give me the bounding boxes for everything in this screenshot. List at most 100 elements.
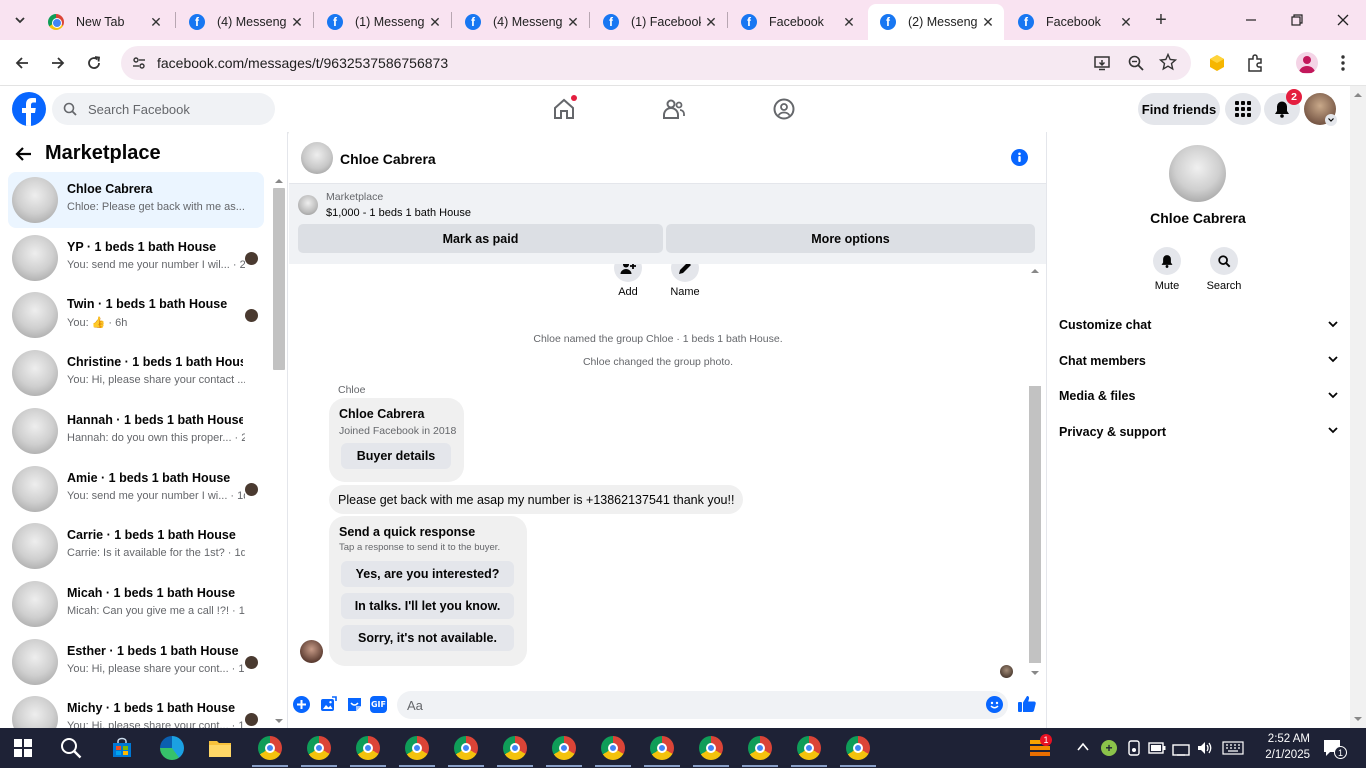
search-conversation-button[interactable] [1210,247,1238,275]
groups-nav-button[interactable] [772,97,796,124]
chrome-taskbar-icon[interactable] [405,736,429,760]
conversation-item[interactable]: Micah · 1 beds 1 bath House Micah: Can yo… [8,576,264,632]
close-tab-icon[interactable]: ✕ [978,14,998,31]
extension-icon[interactable] [1208,54,1226,72]
chrome-taskbar-icon[interactable] [846,736,870,760]
chrome-taskbar-icon[interactable] [356,736,380,760]
chrome-taskbar-icon[interactable] [601,736,625,760]
browser-tab[interactable]: f (2) Messenger✕ [868,4,1004,40]
tray-status-icon[interactable]: + [1101,740,1117,756]
close-tab-icon[interactable]: ✕ [563,14,583,31]
close-tab-icon[interactable]: ✕ [146,14,166,31]
chat-avatar[interactable] [301,142,333,174]
chrome-taskbar-icon[interactable] [258,736,282,760]
conversation-info-button[interactable] [1011,149,1028,166]
back-button[interactable] [9,50,35,76]
browser-tab[interactable]: f (1) Facebook ✕ [591,4,727,40]
new-tab-button[interactable]: + [1149,8,1173,32]
details-section-toggle[interactable]: Privacy & support [1059,417,1339,447]
menu-button[interactable] [1225,93,1261,125]
chrome-taskbar-icon[interactable] [699,736,723,760]
name-group-button[interactable] [671,264,699,282]
close-tab-icon[interactable]: ✕ [425,14,445,31]
reload-button[interactable] [81,50,107,76]
url-bar[interactable]: facebook.com/messages/t/9632537586756873 [121,46,1191,80]
emoji-button[interactable] [986,696,1003,713]
start-button[interactable] [14,739,32,760]
file-explorer-icon[interactable] [208,738,232,761]
details-section-toggle[interactable]: Chat members [1059,346,1339,376]
chrome-taskbar-icon[interactable] [748,736,772,760]
browser-tab[interactable]: f (4) Messenger✕ [177,4,313,40]
taskbar-search-button[interactable] [60,737,82,762]
notification-center-icon[interactable]: 1 [1322,738,1347,761]
find-friends-button[interactable]: Find friends [1138,93,1220,125]
forward-button[interactable] [45,50,71,76]
show-hidden-icons-icon[interactable] [1076,741,1090,756]
browser-tab[interactable]: f Facebook ✕ [1006,4,1142,40]
listing-thumbnail[interactable] [298,195,318,215]
details-section-toggle[interactable]: Media & files [1059,381,1339,411]
attach-photo-button[interactable] [320,696,337,716]
mark-as-paid-button[interactable]: Mark as paid [298,224,663,253]
close-tab-icon[interactable]: ✕ [287,14,307,31]
conversation-item[interactable]: Esther · 1 beds 1 bath House You: Hi, ple… [8,634,264,690]
chrome-taskbar-icon[interactable] [454,736,478,760]
keyboard-icon[interactable] [1222,741,1244,758]
chat-title[interactable]: Chloe Cabrera [340,151,436,167]
zoom-icon[interactable] [1127,54,1145,75]
facebook-search-box[interactable]: Search Facebook [52,93,275,125]
mute-button[interactable] [1153,247,1181,275]
chrome-taskbar-icon[interactable] [797,736,821,760]
close-tab-icon[interactable]: ✕ [1116,14,1136,31]
clock[interactable]: 2:52 AM 2/1/2025 [1252,731,1310,763]
gif-button[interactable]: GIF [370,696,387,713]
back-arrow-button[interactable] [14,144,34,167]
notifications-button[interactable]: 2 [1264,89,1302,125]
browser-tab[interactable]: f (4) Messenger✕ [453,4,589,40]
conversation-item[interactable]: YP · 1 beds 1 bath House You: send me you… [8,230,264,286]
chrome-taskbar-icon[interactable] [552,736,576,760]
listing-title[interactable]: $1,000 - 1 beds 1 bath House [326,207,471,219]
conversation-item[interactable]: Amie · 1 beds 1 bath House You: send me y… [8,461,264,517]
message-input[interactable]: Aa [397,691,1008,719]
account-chevron-icon[interactable] [1325,114,1337,126]
store-app-icon[interactable] [111,737,133,762]
conversation-item[interactable]: Christine · 1 beds 1 bath House You: Hi, … [8,345,264,401]
message-bubble[interactable]: Please get back with me asap my number i… [329,485,744,514]
browser-tab[interactable]: New Tab ✕ [36,4,172,40]
close-tab-icon[interactable]: ✕ [701,14,721,31]
browser-tab[interactable]: f Facebook ✕ [729,4,865,40]
tab-search-button[interactable] [8,8,32,32]
site-info-icon[interactable] [131,55,147,74]
restore-button[interactable] [1286,6,1308,34]
friends-nav-button[interactable] [662,97,686,124]
details-avatar[interactable] [1169,145,1226,202]
chrome-taskbar-icon[interactable] [503,736,527,760]
network-icon[interactable] [1172,740,1190,759]
bookmark-star-icon[interactable] [1158,52,1178,74]
conversation-item[interactable]: Carrie · 1 beds 1 bath House Carrie: Is i… [8,518,264,574]
message-thread-scrollbar[interactable] [1028,264,1042,680]
chrome-taskbar-icon[interactable] [307,736,331,760]
minimize-button[interactable] [1240,6,1262,34]
conversation-item[interactable]: Chloe Cabrera Chloe: Please get back with… [8,172,264,228]
profile-icon[interactable] [1296,52,1318,74]
facebook-logo-icon[interactable] [12,92,46,126]
details-section-toggle[interactable]: Customize chat [1059,310,1339,340]
conversation-item[interactable]: Twin · 1 beds 1 bath House You: 👍 · 6h [8,287,264,343]
close-window-button[interactable] [1332,6,1354,34]
home-nav-button[interactable] [552,95,577,124]
volume-icon[interactable] [1196,740,1214,759]
extensions-puzzle-icon[interactable] [1245,53,1265,76]
like-button[interactable] [1017,695,1037,716]
tray-app-icon[interactable]: 1 [1028,734,1052,762]
more-options-button[interactable]: More options [666,224,1035,253]
edge-app-icon[interactable] [160,736,184,760]
quick-response-button[interactable]: In talks. I'll let you know. [341,593,514,619]
buyer-details-button[interactable]: Buyer details [341,443,451,469]
close-tab-icon[interactable]: ✕ [839,14,859,31]
sender-avatar[interactable] [300,640,323,663]
sticker-button[interactable] [346,696,363,716]
more-actions-button[interactable] [293,696,310,713]
